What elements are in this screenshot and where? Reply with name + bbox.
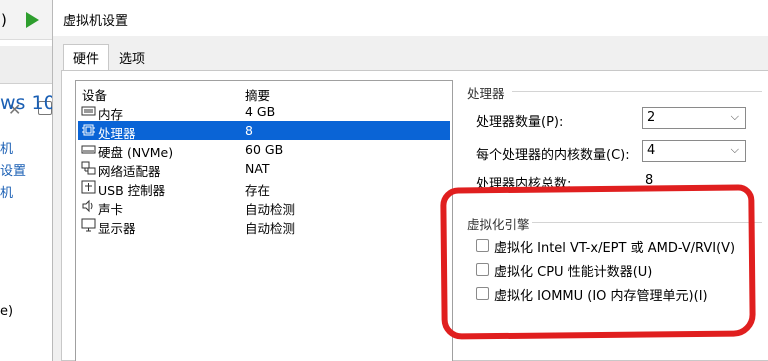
display-icon	[81, 218, 96, 232]
usb-icon	[81, 180, 96, 194]
dialog-titlebar[interactable]: 虚拟机设置	[53, 0, 768, 36]
device-summary: 4 GB	[245, 104, 276, 119]
background-link-2[interactable]: 设置	[0, 160, 26, 179]
cores-per-processor-value: 4	[647, 143, 656, 158]
memory-icon	[81, 106, 96, 116]
cores-per-processor-label: 每个处理器的内核数量(C):	[476, 148, 630, 163]
processor-group-title: 处理器	[467, 86, 505, 101]
device-summary: 60 GB	[245, 142, 284, 157]
cores-per-processor-select[interactable]: 4 ⌵	[642, 140, 746, 162]
device-row-sound-card[interactable]: 声卡 自动检测	[78, 197, 450, 217]
device-row-memory[interactable]: 内存 4 GB	[78, 102, 450, 122]
device-row-hard-disk[interactable]: 硬盘 (NVMe) 60 GB	[78, 140, 450, 160]
background-toolbar: )	[0, 0, 60, 40]
background-bottom-text: e)	[0, 304, 14, 319]
red-annotation-box	[440, 184, 756, 340]
device-name: 显示器	[98, 221, 136, 236]
background-link-1[interactable]: 机	[0, 138, 13, 157]
chevron-down-icon: ⌵	[730, 143, 739, 156]
device-row-usb-controller[interactable]: USB 控制器 存在	[78, 178, 450, 198]
tab-hardware[interactable]: 硬件	[63, 44, 110, 71]
device-summary: NAT	[245, 161, 270, 176]
device-list[interactable]: 设备 摘要 内存 4 GB 处理器 8 硬盘 (NVMe) 60 GB 网络适配…	[75, 80, 453, 361]
device-row-processor[interactable]: 处理器 8	[78, 121, 450, 141]
device-summary: 8	[245, 123, 253, 138]
device-row-network-adapter[interactable]: 网络适配器 NAT	[78, 159, 450, 179]
dialog-title: 虚拟机设置	[63, 14, 129, 29]
background-link-3[interactable]: 机	[0, 182, 13, 201]
processor-icon	[82, 124, 95, 136]
device-summary: 自动检测	[245, 221, 296, 236]
processor-count-select[interactable]: 2 ⌵	[642, 107, 746, 129]
play-icon[interactable]	[26, 12, 39, 28]
processor-count-label: 处理器数量(P):	[476, 115, 564, 130]
processor-count-value: 2	[647, 110, 656, 125]
group-divider	[512, 91, 762, 92]
network-adapter-icon	[81, 161, 96, 175]
background-tabbar: ✕	[0, 46, 60, 119]
dialog-tabs: 硬件 选项	[63, 44, 155, 71]
sound-card-icon	[82, 199, 93, 213]
background-partial-text: )	[1, 11, 7, 29]
tab-options[interactable]: 选项	[109, 44, 155, 70]
device-row-display[interactable]: 显示器 自动检测	[78, 216, 450, 236]
chevron-down-icon: ⌵	[730, 110, 739, 123]
hard-disk-icon	[81, 145, 96, 154]
